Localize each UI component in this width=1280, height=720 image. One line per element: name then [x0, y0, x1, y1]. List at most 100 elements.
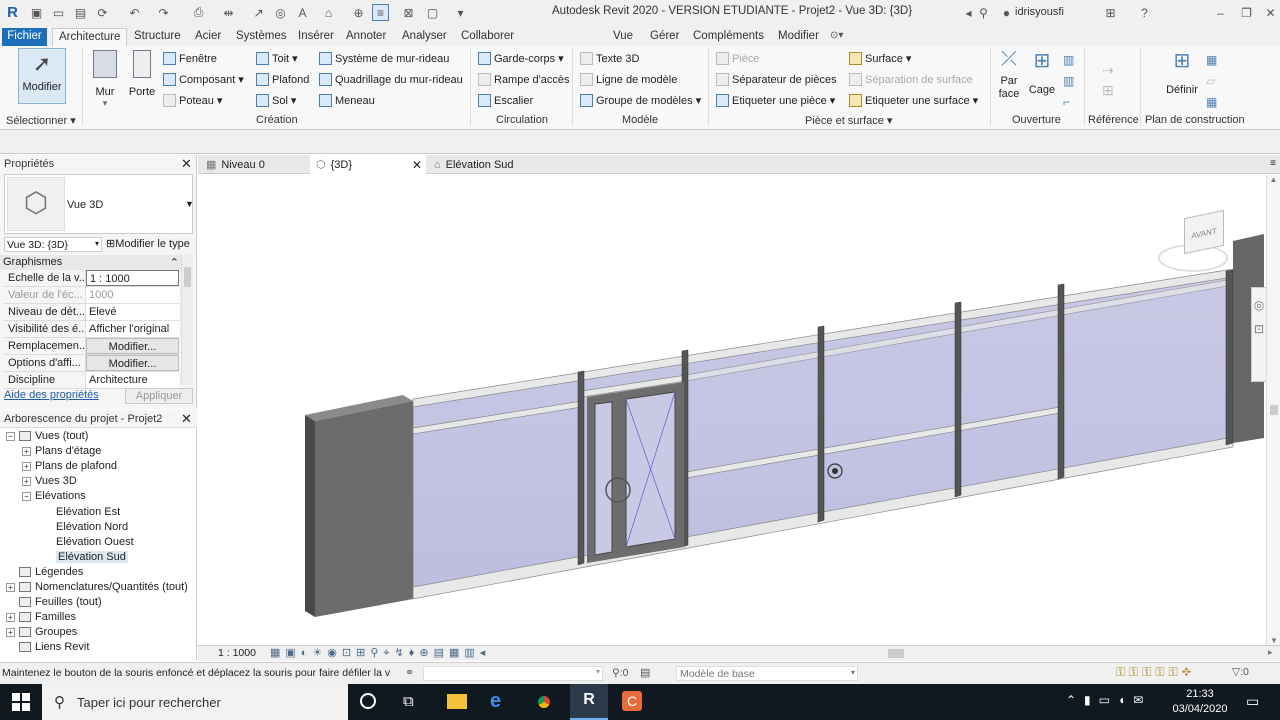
tab-collaborer[interactable]: Collaborer	[461, 28, 514, 46]
properties-section-header[interactable]: Graphismes ⌃	[0, 255, 193, 270]
3d-view-icon[interactable]: ⌂	[320, 4, 337, 21]
browser-item[interactable]: + Plans de plafond	[22, 460, 117, 472]
task-view-icon[interactable]: ⧉	[403, 693, 414, 710]
save-icon[interactable]: ▤	[72, 4, 89, 21]
tab-complements[interactable]: Compléments	[693, 28, 764, 46]
property-row[interactable]: Visibilité des é... Afficher l'original	[4, 321, 179, 338]
username[interactable]: idrisyousfi	[1015, 6, 1064, 18]
group-select-label[interactable]: Sélectionner ▾	[6, 114, 76, 127]
viewcube[interactable]: AVANT	[1158, 209, 1238, 280]
3d-viewport[interactable]: AVANT ◎ ⊡	[198, 175, 1267, 645]
collapse-icon[interactable]: −	[6, 431, 15, 441]
window-button[interactable]: Fenêtre	[163, 52, 217, 65]
property-value[interactable]: 1000	[86, 287, 179, 303]
expand-icon[interactable]: +	[22, 461, 31, 471]
property-row[interactable]: Echelle de la v... 1 : 1000	[4, 270, 179, 287]
browser-item[interactable]: + Groupes	[6, 626, 77, 638]
component-button[interactable]: Composant ▾	[163, 73, 244, 86]
left-wall-block[interactable]	[305, 395, 413, 617]
help-icon[interactable]: ?	[1136, 4, 1153, 21]
properties-help-link[interactable]: Aide des propriétés	[4, 389, 99, 401]
property-value[interactable]: Afficher l'original	[86, 321, 179, 337]
screen-recorder-icon[interactable]: C	[622, 691, 642, 711]
property-row[interactable]: Valeur de l'éc... 1000	[4, 287, 179, 304]
properties-close-icon[interactable]: ✕	[181, 156, 192, 172]
room-button[interactable]: Pièce	[716, 52, 760, 65]
file-explorer-icon[interactable]	[447, 694, 467, 709]
area-boundary-button[interactable]: Séparation de surface	[849, 73, 973, 86]
view-control-icons[interactable]: ▦▣◐☀◉⊡⊞⚲⌖↯♦⊕▤▦▥◂	[270, 646, 490, 660]
tab-fichier[interactable]: Fichier	[2, 28, 47, 46]
browser-close-icon[interactable]: ✕	[181, 411, 192, 427]
browser-item[interactable]: Feuilles (tout)	[6, 596, 102, 608]
redo-icon[interactable]: ↷	[155, 4, 172, 21]
undo-icon[interactable]: ↶	[126, 4, 143, 21]
railing-button[interactable]: Garde-corps ▾	[478, 52, 564, 65]
text-icon[interactable]: A	[294, 4, 311, 21]
curtain-system-button[interactable]: Système de mur-rideau	[319, 52, 449, 65]
roof-button[interactable]: Toit ▾	[256, 52, 298, 65]
expand-icon[interactable]: +	[6, 582, 15, 592]
tag-icon[interactable]: ◎	[272, 4, 289, 21]
design-options-icon[interactable]: ▤	[640, 666, 650, 679]
binoculars-icon[interactable]: ⚲	[975, 4, 992, 21]
stair-button[interactable]: Escalier	[478, 94, 533, 107]
floor-button[interactable]: Sol ▾	[256, 94, 296, 107]
cart-icon[interactable]: ⊞	[1102, 4, 1119, 21]
double-door[interactable]	[587, 382, 684, 563]
instance-selector[interactable]: Vue 3D: {3D} ▾	[4, 237, 102, 252]
apply-button[interactable]: Appliquer	[125, 388, 193, 404]
datum-icons[interactable]: ⇢ ⊞	[1102, 60, 1114, 100]
tab-elevation-sud[interactable]: ⌂ Elévation Sud	[428, 155, 558, 174]
scale-selector[interactable]: 1 : 1000	[218, 647, 256, 659]
selection-tools-icons[interactable]: ⚿⚿⚿⚿⚿✥	[1116, 665, 1195, 680]
close-hidden-icon[interactable]: ⊠	[400, 4, 417, 21]
thin-lines-icon[interactable]: ≡	[372, 4, 389, 21]
shaft-button[interactable]: ⊞ Cage	[1026, 48, 1058, 96]
browser-item[interactable]: + Vues 3D	[22, 475, 77, 487]
horizontal-scroll-thumb[interactable]	[888, 649, 904, 658]
property-value[interactable]: Modifier...	[86, 338, 179, 354]
property-value[interactable]: 1 : 1000	[86, 270, 179, 286]
tag-room-button[interactable]: Etiqueter une pièce ▾	[716, 94, 835, 107]
tab-acier[interactable]: Acier	[195, 28, 221, 46]
sync-icon[interactable]: ⟳	[94, 4, 111, 21]
viewport-scrollbar-v[interactable]: ▲ ▼	[1266, 175, 1280, 645]
taskbar-search[interactable]: ⚲ Taper ici pour rechercher	[42, 684, 348, 720]
expand-icon[interactable]: +	[22, 476, 31, 486]
type-selector[interactable]: ⬡ Vue 3D ▼	[4, 174, 194, 234]
print-icon[interactable]: ⎙	[190, 4, 207, 21]
minimize-icon[interactable]: –	[1212, 4, 1229, 21]
expand-icon[interactable]: +	[6, 627, 15, 637]
notifications-icon[interactable]: ▭	[1246, 693, 1259, 710]
by-face-button[interactable]: ⤫ Par face	[995, 48, 1023, 101]
workset-icon[interactable]: ⚭	[405, 666, 414, 679]
open-icon[interactable]: ▣	[28, 4, 45, 21]
collapse-icon[interactable]: −	[22, 491, 31, 501]
property-value[interactable]: Architecture	[86, 372, 179, 388]
property-row[interactable]: Remplacemen... Modifier...	[4, 338, 179, 355]
column-button[interactable]: Poteau ▾	[163, 94, 222, 107]
browser-item[interactable]: + Plans d'étage	[22, 445, 101, 457]
clock[interactable]: 21:33 03/04/2020	[1170, 687, 1230, 717]
property-row[interactable]: Discipline Architecture	[4, 372, 179, 389]
tag-area-button[interactable]: Etiqueter une surface ▾	[849, 94, 978, 107]
expand-icon[interactable]: +	[22, 446, 31, 456]
close-tab-icon[interactable]: ✕	[412, 158, 422, 172]
expand-icon[interactable]: +	[6, 612, 15, 622]
zoom-icon[interactable]: ⊡	[1253, 322, 1265, 336]
tab-niveau-0[interactable]: ▦ Niveau 0	[200, 155, 308, 174]
browser-item[interactable]: − Vues (tout)	[6, 430, 88, 442]
model-group-button[interactable]: Groupe de modèles ▾	[580, 94, 701, 107]
customize-icon[interactable]: ▾	[452, 4, 469, 21]
system-tray-icons[interactable]: ⌃▮▭◖✉	[1066, 693, 1151, 707]
ramp-button[interactable]: Rampe d'accès	[478, 73, 569, 86]
close-icon[interactable]: ✕	[1262, 4, 1279, 21]
tab-inserer[interactable]: Insérer	[298, 28, 334, 46]
property-value[interactable]: Elevé	[86, 304, 179, 320]
tab-vue[interactable]: Vue	[613, 28, 633, 46]
property-row[interactable]: Niveau de dét... Elevé	[4, 304, 179, 321]
mullion-button[interactable]: Meneau	[319, 94, 375, 107]
tab-annoter[interactable]: Annoter	[346, 28, 386, 46]
filter-icon[interactable]: ▽:0	[1232, 666, 1249, 678]
